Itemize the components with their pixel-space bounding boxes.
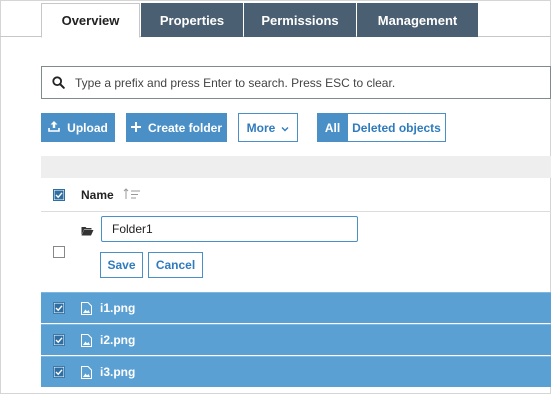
folder-open-icon xyxy=(81,223,94,241)
file-name-link[interactable]: i3.png xyxy=(100,365,135,379)
search-icon xyxy=(42,76,75,89)
folder-name-input[interactable] xyxy=(101,216,358,242)
cancel-button[interactable]: Cancel xyxy=(148,252,203,278)
tab-management[interactable]: Management xyxy=(357,3,478,37)
create-folder-button[interactable]: Create folder xyxy=(126,113,227,142)
upload-label: Upload xyxy=(67,120,108,135)
row-checkbox[interactable] xyxy=(53,334,65,346)
more-button[interactable]: More xyxy=(238,113,298,142)
more-label: More xyxy=(246,120,276,135)
sort-ascending-icon[interactable] xyxy=(123,187,141,206)
new-folder-row: Save Cancel xyxy=(41,212,551,291)
table-row[interactable]: i3.png xyxy=(41,356,551,387)
table-toolbar-band xyxy=(41,156,551,178)
select-all-checkbox[interactable] xyxy=(53,189,65,201)
plus-icon xyxy=(130,121,141,135)
checkmark-icon xyxy=(54,335,64,345)
all-versions-toggle[interactable]: All xyxy=(317,113,348,142)
chevron-down-icon xyxy=(281,121,289,135)
row-checkbox[interactable] xyxy=(53,366,65,378)
search-box xyxy=(41,66,551,99)
table-row[interactable]: i1.png xyxy=(41,292,551,323)
table-header: Name xyxy=(41,178,551,212)
row-checkbox[interactable] xyxy=(53,302,65,314)
image-file-icon xyxy=(81,334,92,352)
tab-permissions[interactable]: Permissions xyxy=(244,3,356,37)
search-input[interactable] xyxy=(75,67,550,98)
checkmark-icon xyxy=(54,367,64,377)
save-button[interactable]: Save xyxy=(100,252,143,278)
tab-overview[interactable]: Overview xyxy=(41,3,140,38)
image-file-icon xyxy=(81,366,92,384)
checkmark-icon xyxy=(54,303,64,313)
table-row[interactable]: i2.png xyxy=(41,324,551,355)
upload-button[interactable]: Upload xyxy=(41,113,115,142)
tab-bar: Overview Properties Permissions Manageme… xyxy=(0,0,551,38)
deleted-objects-toggle[interactable]: Deleted objects xyxy=(347,113,446,142)
create-folder-label: Create folder xyxy=(147,120,223,135)
name-column-header[interactable]: Name xyxy=(81,188,114,202)
file-name-link[interactable]: i2.png xyxy=(100,333,135,347)
tab-properties[interactable]: Properties xyxy=(141,3,243,37)
file-name-link[interactable]: i1.png xyxy=(100,301,135,315)
row-checkbox[interactable] xyxy=(53,246,65,258)
image-file-icon xyxy=(81,302,92,320)
upload-icon xyxy=(48,120,60,135)
checkmark-icon xyxy=(54,190,64,200)
